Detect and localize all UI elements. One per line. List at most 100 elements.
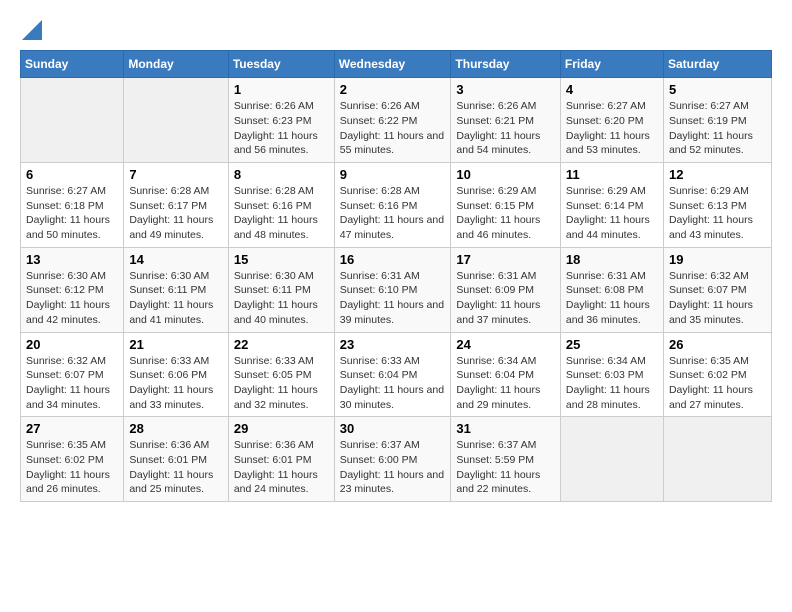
calendar-cell: 2Sunrise: 6:26 AMSunset: 6:22 PMDaylight… bbox=[334, 78, 451, 163]
calendar-cell: 23 Sunrise: 6:33 AMSunset: 6:04 PMDayligh… bbox=[334, 332, 451, 417]
calendar-cell: 19 Sunrise: 6:32 AMSunset: 6:07 PMDayligh… bbox=[663, 247, 771, 332]
calendar-cell: 8 Sunrise: 6:28 AMSunset: 6:16 PMDaylight… bbox=[228, 163, 334, 248]
col-saturday: Saturday bbox=[663, 51, 771, 78]
calendar-week: 13 Sunrise: 6:30 AMSunset: 6:12 PMDayligh… bbox=[21, 247, 772, 332]
calendar-cell: 18 Sunrise: 6:31 AMSunset: 6:08 PMDayligh… bbox=[560, 247, 663, 332]
day-number: 18 bbox=[566, 252, 658, 267]
day-number: 13 bbox=[26, 252, 118, 267]
col-friday: Friday bbox=[560, 51, 663, 78]
calendar-cell: 11 Sunrise: 6:29 AMSunset: 6:14 PMDayligh… bbox=[560, 163, 663, 248]
calendar-cell: 16 Sunrise: 6:31 AMSunset: 6:10 PMDayligh… bbox=[334, 247, 451, 332]
calendar-cell: 28Sunrise: 6:36 AMSunset: 6:01 PMDayligh… bbox=[124, 417, 229, 502]
calendar-week: 20 Sunrise: 6:32 AMSunset: 6:07 PMDayligh… bbox=[21, 332, 772, 417]
day-info: Sunrise: 6:29 AMSunset: 6:15 PMDaylight:… bbox=[456, 184, 554, 243]
day-info: Sunrise: 6:37 AMSunset: 6:00 PMDaylight:… bbox=[340, 438, 446, 497]
day-info: Sunrise: 6:28 AMSunset: 6:16 PMDaylight:… bbox=[234, 184, 329, 243]
calendar-cell: 20 Sunrise: 6:32 AMSunset: 6:07 PMDayligh… bbox=[21, 332, 124, 417]
day-info: Sunrise: 6:34 AMSunset: 6:04 PMDaylight:… bbox=[456, 354, 554, 413]
day-number: 16 bbox=[340, 252, 446, 267]
day-info: Sunrise: 6:27 AMSunset: 6:20 PMDaylight:… bbox=[566, 99, 658, 158]
calendar-cell: 24Sunrise: 6:34 AMSunset: 6:04 PMDayligh… bbox=[451, 332, 560, 417]
calendar-cell: 13 Sunrise: 6:30 AMSunset: 6:12 PMDayligh… bbox=[21, 247, 124, 332]
day-number: 30 bbox=[340, 421, 446, 436]
day-number: 22 bbox=[234, 337, 329, 352]
day-number: 4 bbox=[566, 82, 658, 97]
day-number: 1 bbox=[234, 82, 329, 97]
day-info: Sunrise: 6:29 AMSunset: 6:14 PMDaylight:… bbox=[566, 184, 658, 243]
day-info: Sunrise: 6:30 AMSunset: 6:12 PMDaylight:… bbox=[26, 269, 118, 328]
calendar-week: 27 Sunrise: 6:35 AMSunset: 6:02 PMDayligh… bbox=[21, 417, 772, 502]
col-thursday: Thursday bbox=[451, 51, 560, 78]
calendar-table: Sunday Monday Tuesday Wednesday Thursday… bbox=[20, 50, 772, 502]
day-number: 3 bbox=[456, 82, 554, 97]
day-number: 8 bbox=[234, 167, 329, 182]
day-info: Sunrise: 6:33 AMSunset: 6:06 PMDaylight:… bbox=[129, 354, 223, 413]
day-info: Sunrise: 6:33 AMSunset: 6:04 PMDaylight:… bbox=[340, 354, 446, 413]
calendar-cell: 29 Sunrise: 6:36 AMSunset: 6:01 PMDayligh… bbox=[228, 417, 334, 502]
day-number: 20 bbox=[26, 337, 118, 352]
day-number: 17 bbox=[456, 252, 554, 267]
days-of-week-row: Sunday Monday Tuesday Wednesday Thursday… bbox=[21, 51, 772, 78]
day-info: Sunrise: 6:30 AMSunset: 6:11 PMDaylight:… bbox=[129, 269, 223, 328]
day-number: 27 bbox=[26, 421, 118, 436]
calendar-cell: 9 Sunrise: 6:28 AMSunset: 6:16 PMDaylight… bbox=[334, 163, 451, 248]
calendar-cell: 17 Sunrise: 6:31 AMSunset: 6:09 PMDayligh… bbox=[451, 247, 560, 332]
day-info: Sunrise: 6:35 AMSunset: 6:02 PMDaylight:… bbox=[26, 438, 118, 497]
day-number: 26 bbox=[669, 337, 766, 352]
calendar-week: 1 Sunrise: 6:26 AMSunset: 6:23 PMDaylight… bbox=[21, 78, 772, 163]
day-info: Sunrise: 6:27 AMSunset: 6:18 PMDaylight:… bbox=[26, 184, 118, 243]
day-number: 10 bbox=[456, 167, 554, 182]
calendar-cell: 25Sunrise: 6:34 AMSunset: 6:03 PMDayligh… bbox=[560, 332, 663, 417]
day-number: 7 bbox=[129, 167, 223, 182]
day-info: Sunrise: 6:28 AMSunset: 6:16 PMDaylight:… bbox=[340, 184, 446, 243]
calendar-cell bbox=[21, 78, 124, 163]
calendar-cell bbox=[560, 417, 663, 502]
day-info: Sunrise: 6:36 AMSunset: 6:01 PMDaylight:… bbox=[234, 438, 329, 497]
col-tuesday: Tuesday bbox=[228, 51, 334, 78]
day-info: Sunrise: 6:26 AMSunset: 6:23 PMDaylight:… bbox=[234, 99, 329, 158]
col-wednesday: Wednesday bbox=[334, 51, 451, 78]
day-number: 23 bbox=[340, 337, 446, 352]
calendar-cell: 1 Sunrise: 6:26 AMSunset: 6:23 PMDaylight… bbox=[228, 78, 334, 163]
calendar-cell: 12 Sunrise: 6:29 AMSunset: 6:13 PMDayligh… bbox=[663, 163, 771, 248]
calendar-cell: 3Sunrise: 6:26 AMSunset: 6:21 PMDaylight… bbox=[451, 78, 560, 163]
day-number: 29 bbox=[234, 421, 329, 436]
day-number: 12 bbox=[669, 167, 766, 182]
day-number: 5 bbox=[669, 82, 766, 97]
calendar-cell: 21 Sunrise: 6:33 AMSunset: 6:06 PMDayligh… bbox=[124, 332, 229, 417]
day-info: Sunrise: 6:32 AMSunset: 6:07 PMDaylight:… bbox=[669, 269, 766, 328]
calendar-cell: 5 Sunrise: 6:27 AMSunset: 6:19 PMDaylight… bbox=[663, 78, 771, 163]
col-monday: Monday bbox=[124, 51, 229, 78]
calendar-cell: 6 Sunrise: 6:27 AMSunset: 6:18 PMDaylight… bbox=[21, 163, 124, 248]
calendar-header: Sunday Monday Tuesday Wednesday Thursday… bbox=[21, 51, 772, 78]
day-number: 2 bbox=[340, 82, 446, 97]
day-number: 31 bbox=[456, 421, 554, 436]
day-number: 9 bbox=[340, 167, 446, 182]
day-info: Sunrise: 6:27 AMSunset: 6:19 PMDaylight:… bbox=[669, 99, 766, 158]
calendar-cell: 22 Sunrise: 6:33 AMSunset: 6:05 PMDayligh… bbox=[228, 332, 334, 417]
day-number: 6 bbox=[26, 167, 118, 182]
day-info: Sunrise: 6:28 AMSunset: 6:17 PMDaylight:… bbox=[129, 184, 223, 243]
calendar-cell: 26Sunrise: 6:35 AMSunset: 6:02 PMDayligh… bbox=[663, 332, 771, 417]
calendar-cell: 14 Sunrise: 6:30 AMSunset: 6:11 PMDayligh… bbox=[124, 247, 229, 332]
day-number: 21 bbox=[129, 337, 223, 352]
calendar-cell bbox=[663, 417, 771, 502]
calendar-cell bbox=[124, 78, 229, 163]
calendar-cell: 10 Sunrise: 6:29 AMSunset: 6:15 PMDayligh… bbox=[451, 163, 560, 248]
col-sunday: Sunday bbox=[21, 51, 124, 78]
page-header bbox=[20, 20, 772, 40]
day-number: 28 bbox=[129, 421, 223, 436]
day-info: Sunrise: 6:33 AMSunset: 6:05 PMDaylight:… bbox=[234, 354, 329, 413]
day-info: Sunrise: 6:31 AMSunset: 6:10 PMDaylight:… bbox=[340, 269, 446, 328]
day-info: Sunrise: 6:29 AMSunset: 6:13 PMDaylight:… bbox=[669, 184, 766, 243]
day-number: 11 bbox=[566, 167, 658, 182]
calendar-body: 1 Sunrise: 6:26 AMSunset: 6:23 PMDaylight… bbox=[21, 78, 772, 502]
day-info: Sunrise: 6:32 AMSunset: 6:07 PMDaylight:… bbox=[26, 354, 118, 413]
calendar-cell: 31Sunrise: 6:37 AMSunset: 5:59 PMDayligh… bbox=[451, 417, 560, 502]
day-info: Sunrise: 6:31 AMSunset: 6:09 PMDaylight:… bbox=[456, 269, 554, 328]
day-info: Sunrise: 6:31 AMSunset: 6:08 PMDaylight:… bbox=[566, 269, 658, 328]
calendar-cell: 15Sunrise: 6:30 AMSunset: 6:11 PMDayligh… bbox=[228, 247, 334, 332]
day-number: 19 bbox=[669, 252, 766, 267]
day-number: 14 bbox=[129, 252, 223, 267]
calendar-cell: 4 Sunrise: 6:27 AMSunset: 6:20 PMDaylight… bbox=[560, 78, 663, 163]
